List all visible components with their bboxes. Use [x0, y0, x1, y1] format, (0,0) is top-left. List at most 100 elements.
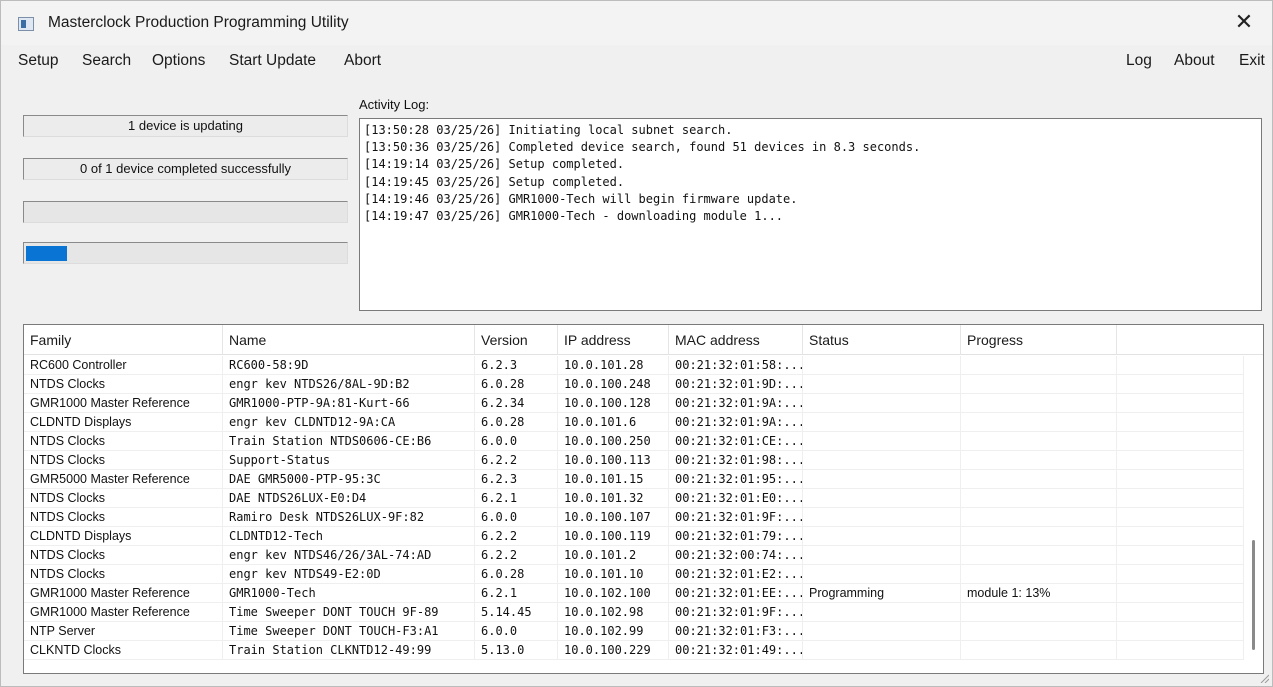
table-row[interactable]: CLKNTD Clocks Train Station CLKNTD12-49:9…	[24, 641, 1244, 660]
cell-ip-address: 10.0.100.113	[558, 451, 669, 470]
table-row[interactable]: NTDS Clocks Support-Status 6.2.2 10.0.100.1…	[24, 451, 1244, 470]
menu-start-update[interactable]: Start Update	[229, 52, 316, 70]
cell-ip-address: 10.0.101.28	[558, 356, 669, 375]
cell-mac-address: 00:21:32:01:49:...	[669, 641, 803, 660]
cell-version: 6.2.2	[475, 527, 558, 546]
log-line: [14:19:47 03/25/26] GMR1000-Tech - downl…	[364, 209, 784, 224]
table-row[interactable]: NTDS Clocks engr kev NTDS49-E2:0D 6.0.28 10…	[24, 565, 1244, 584]
menu-log[interactable]: Log	[1126, 52, 1152, 70]
table-row[interactable]: NTDS Clocks DAE NTDS26LUX-E0:D4 6.2.1 10.0.…	[24, 489, 1244, 508]
table-row[interactable]: RC600 Controller RC600-58:9D 6.2.3 10.0.101…	[24, 356, 1244, 375]
log-line: [14:19:14 03/25/26] Setup completed.	[364, 157, 625, 172]
menu-setup[interactable]: Setup	[18, 52, 59, 70]
resize-grip-icon[interactable]	[1259, 673, 1269, 683]
cell-filler	[1117, 470, 1244, 489]
cell-progress	[961, 641, 1117, 660]
cell-name: Train Station CLKNTD12-49:99	[223, 641, 475, 660]
cell-filler	[1117, 356, 1244, 375]
cell-filler	[1117, 432, 1244, 451]
cell-filler	[1117, 603, 1244, 622]
cell-filler	[1117, 584, 1244, 603]
cell-mac-address: 00:21:32:01:98:...	[669, 451, 803, 470]
cell-ip-address: 10.0.100.229	[558, 641, 669, 660]
scrollbar-thumb[interactable]	[1252, 540, 1255, 650]
menu-about[interactable]: About	[1174, 52, 1215, 70]
cell-mac-address: 00:21:32:01:9F:...	[669, 508, 803, 527]
column-header-ip-address[interactable]: IP address	[558, 325, 669, 355]
cell-mac-address: 00:21:32:01:EE:...	[669, 584, 803, 603]
cell-family: NTDS Clocks	[24, 432, 223, 451]
cell-name: engr kev NTDS26/8AL-9D:B2	[223, 375, 475, 394]
column-header-family[interactable]: Family	[24, 325, 223, 355]
cell-status	[803, 489, 961, 508]
cell-filler	[1117, 375, 1244, 394]
table-row[interactable]: CLDNTD Displays CLDNTD12-Tech 6.2.2 10.0.10…	[24, 527, 1244, 546]
title-bar: Masterclock Production Programming Utili…	[1, 1, 1272, 45]
cell-progress	[961, 603, 1117, 622]
cell-filler	[1117, 546, 1244, 565]
cell-version: 6.2.3	[475, 356, 558, 375]
column-header-mac-address[interactable]: MAC address	[669, 325, 803, 355]
table-row[interactable]: GMR5000 Master Reference DAE GMR5000-PTP-…	[24, 470, 1244, 489]
cell-status	[803, 470, 961, 489]
device-table[interactable]: Family Name Version IP address MAC addre…	[23, 324, 1264, 674]
cell-status	[803, 432, 961, 451]
cell-ip-address: 10.0.100.250	[558, 432, 669, 451]
table-row[interactable]: NTDS Clocks engr kev NTDS46/26/3AL-74:AD 6…	[24, 546, 1244, 565]
cell-version: 6.0.0	[475, 508, 558, 527]
cell-progress	[961, 356, 1117, 375]
cell-family: GMR5000 Master Reference	[24, 470, 223, 489]
table-row[interactable]: GMR1000 Master Reference GMR1000-PTP-9A:8…	[24, 394, 1244, 413]
cell-version: 6.0.28	[475, 565, 558, 584]
cell-progress: module 1: 13%	[961, 584, 1117, 603]
column-header-progress[interactable]: Progress	[961, 325, 1117, 355]
table-row[interactable]: NTDS Clocks Ramiro Desk NTDS26LUX-9F:82 6.…	[24, 508, 1244, 527]
cell-progress	[961, 470, 1117, 489]
cell-family: GMR1000 Master Reference	[24, 603, 223, 622]
vertical-scrollbar[interactable]	[1245, 356, 1262, 673]
menu-search[interactable]: Search	[82, 52, 131, 70]
cell-progress	[961, 622, 1117, 641]
cell-family: CLKNTD Clocks	[24, 641, 223, 660]
table-row[interactable]: GMR1000 Master Reference GMR1000-Tech 6.2.…	[24, 584, 1244, 603]
cell-status	[803, 565, 961, 584]
menu-abort[interactable]: Abort	[344, 52, 381, 70]
cell-ip-address: 10.0.101.15	[558, 470, 669, 489]
update-progress-fill	[26, 246, 67, 261]
table-row[interactable]: NTDS Clocks Train Station NTDS0606-CE:B6 6…	[24, 432, 1244, 451]
cell-status	[803, 622, 961, 641]
activity-log[interactable]: [13:50:28 03/25/26] Initiating local sub…	[359, 118, 1262, 311]
cell-name: engr kev NTDS49-E2:0D	[223, 565, 475, 584]
cell-mac-address: 00:21:32:01:79:...	[669, 527, 803, 546]
column-header-version[interactable]: Version	[475, 325, 558, 355]
cell-version: 5.13.0	[475, 641, 558, 660]
column-header-name[interactable]: Name	[223, 325, 475, 355]
menu-exit[interactable]: Exit	[1239, 52, 1265, 70]
cell-status	[803, 356, 961, 375]
cell-progress	[961, 394, 1117, 413]
cell-ip-address: 10.0.101.2	[558, 546, 669, 565]
cell-name: Train Station NTDS0606-CE:B6	[223, 432, 475, 451]
table-row[interactable]: NTDS Clocks engr kev NTDS26/8AL-9D:B2 6.0.…	[24, 375, 1244, 394]
cell-version: 6.2.2	[475, 546, 558, 565]
cell-filler	[1117, 527, 1244, 546]
table-row[interactable]: CLDNTD Displays engr kev CLDNTD12-9A:CA 6.…	[24, 413, 1244, 432]
log-line: [13:50:36 03/25/26] Completed device sea…	[364, 140, 921, 155]
cell-status	[803, 603, 961, 622]
cell-version: 6.2.3	[475, 470, 558, 489]
menu-options[interactable]: Options	[152, 52, 205, 70]
close-button[interactable]: ✕	[1230, 9, 1258, 37]
cell-ip-address: 10.0.100.128	[558, 394, 669, 413]
cell-progress	[961, 508, 1117, 527]
column-header-status[interactable]: Status	[803, 325, 961, 355]
cell-mac-address: 00:21:32:01:58:...	[669, 356, 803, 375]
cell-name: CLDNTD12-Tech	[223, 527, 475, 546]
cell-name: engr kev CLDNTD12-9A:CA	[223, 413, 475, 432]
cell-progress	[961, 375, 1117, 394]
cell-status	[803, 508, 961, 527]
table-row[interactable]: NTP Server Time Sweeper DONT TOUCH-F3:A1 6…	[24, 622, 1244, 641]
cell-family: GMR1000 Master Reference	[24, 394, 223, 413]
cell-status	[803, 641, 961, 660]
table-row[interactable]: GMR1000 Master Reference Time Sweeper DON…	[24, 603, 1244, 622]
cell-ip-address: 10.0.102.100	[558, 584, 669, 603]
